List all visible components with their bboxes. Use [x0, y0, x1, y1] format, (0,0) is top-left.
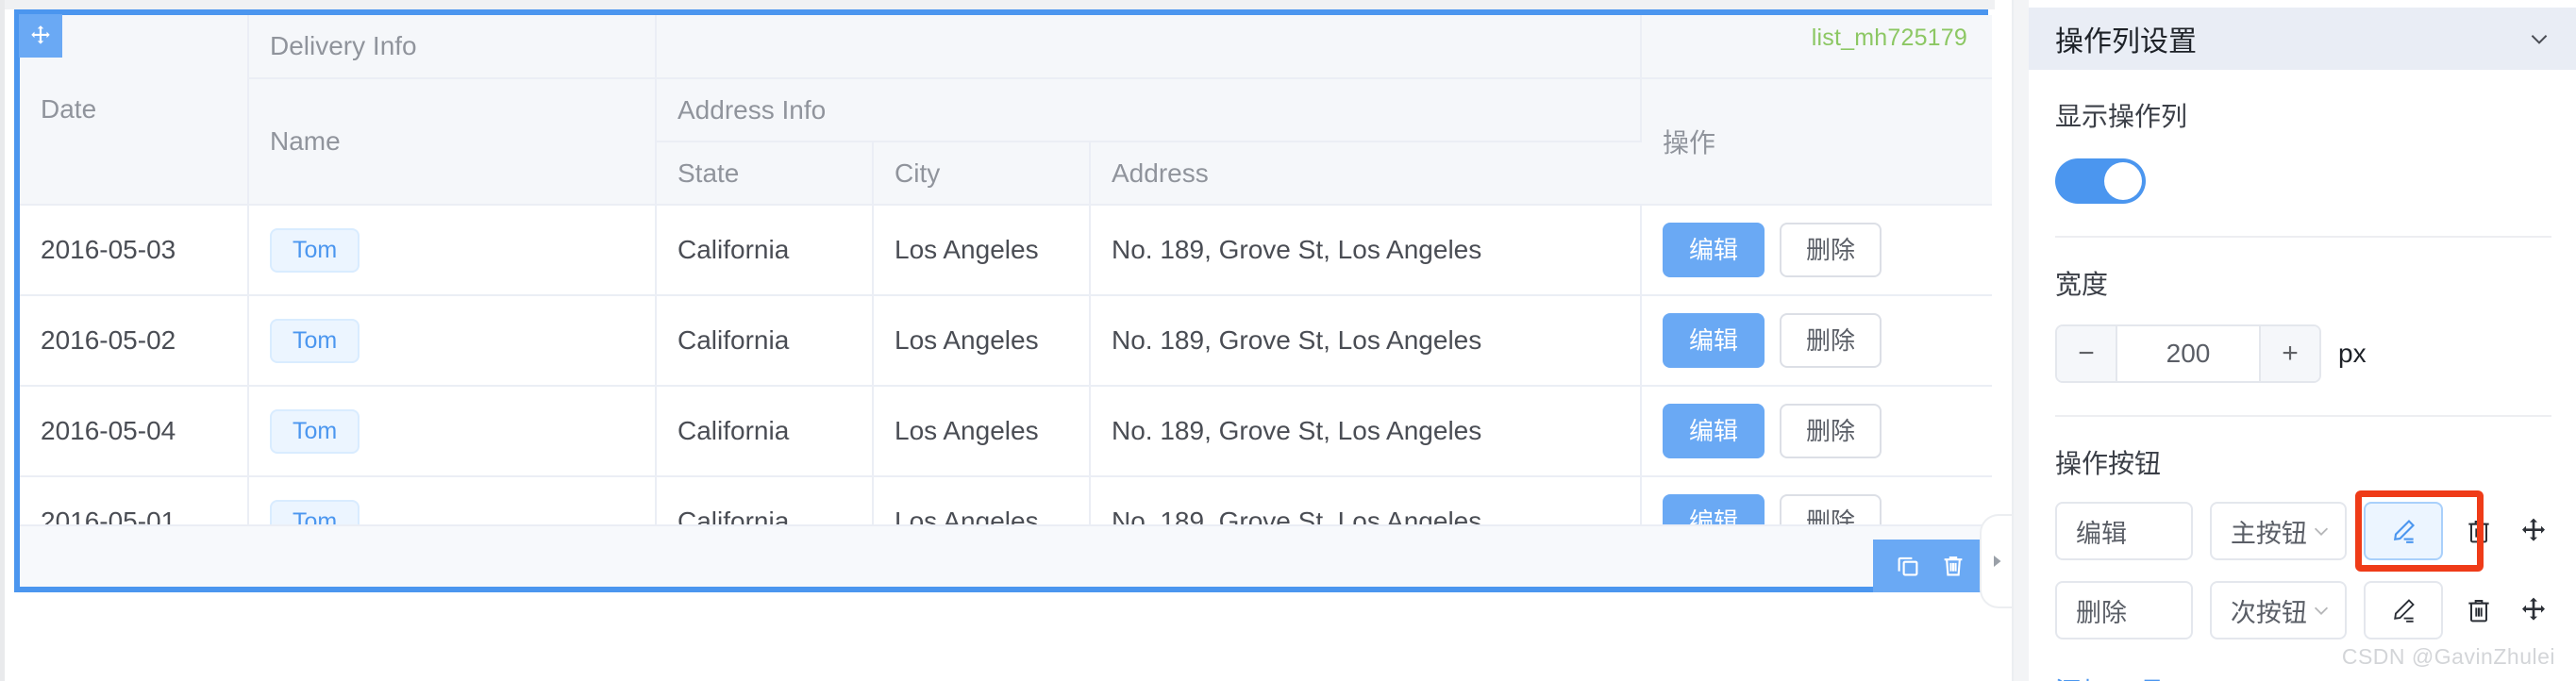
plus-icon: + — [2170, 674, 2187, 681]
cell-name: Tom — [248, 205, 657, 296]
move-arrows-icon — [31, 25, 50, 44]
cell-date: 2016-05-02 — [20, 295, 249, 387]
move-arrows-icon — [2522, 597, 2546, 621]
app-root: list_mh725179 Date Delivery Info Name Ad… — [0, 0, 2576, 681]
cell-city: Los Angeles — [873, 295, 1091, 387]
pencil-edit-icon — [2394, 599, 2415, 623]
copy-icon[interactable] — [1894, 552, 1922, 580]
column-header-operation[interactable]: 操作 — [1641, 78, 1993, 206]
action-button-row: 编辑 主按钮 — [2055, 490, 2551, 572]
width-value[interactable]: 200 — [2117, 326, 2259, 381]
cell-state: California — [656, 295, 874, 387]
action-button-type-value: 主按钮 — [2230, 519, 2307, 548]
action-buttons-label: 操作按钮 — [2055, 449, 2162, 478]
divider — [2055, 415, 2551, 417]
move-arrows-icon — [2522, 518, 2546, 541]
panel-header[interactable]: 操作列设置 — [2029, 8, 2576, 70]
panel-body: 显示操作列 宽度 − 200 + px 操作按钮 编辑 主按钮 删除 次按钮 — [2029, 70, 2576, 681]
cell-address: No. 189, Grove St, Los Angeles — [1090, 386, 1643, 477]
table-row[interactable]: 2016-05-03 Tom California Los Angeles No… — [20, 205, 1993, 296]
divider — [2055, 236, 2551, 238]
table-footer-strip — [20, 524, 1982, 587]
action-button-row: 删除 次按钮 — [2055, 581, 2551, 639]
width-stepper[interactable]: − 200 + — [2055, 324, 2321, 383]
row-edit-button[interactable]: 编辑 — [1663, 313, 1765, 368]
name-tag[interactable]: Tom — [270, 408, 360, 454]
row-edit-button[interactable]: 编辑 — [1663, 223, 1765, 277]
table-row[interactable]: 2016-05-04 Tom California Los Angeles No… — [20, 386, 1993, 477]
selection-toolbar — [1873, 540, 1988, 592]
width-label: 宽度 — [2055, 270, 2109, 299]
action-button-text-input[interactable]: 编辑 — [2055, 502, 2193, 560]
panel-scroll-gutter[interactable] — [2014, 0, 2029, 681]
name-tag[interactable]: Tom — [270, 227, 360, 273]
action-button-type-select[interactable]: 次按钮 — [2209, 581, 2348, 639]
canvas-top-strip — [5, 0, 1995, 9]
chevron-down-icon — [2315, 606, 2329, 615]
row-delete-button[interactable]: 删除 — [1780, 223, 1882, 277]
action-button-edit-icon-button[interactable] — [2364, 502, 2443, 560]
panel-title: 操作列设置 — [2055, 26, 2197, 58]
column-header-address[interactable]: Address — [1090, 141, 1642, 206]
selected-table-component[interactable]: list_mh725179 Date Delivery Info Name Ad… — [14, 9, 1993, 592]
row-delete-button[interactable]: 删除 — [1780, 404, 1882, 458]
width-decrement-button[interactable]: − — [2057, 326, 2117, 381]
cell-name: Tom — [248, 386, 657, 477]
column-header-city[interactable]: City — [873, 141, 1091, 206]
cell-state: California — [656, 205, 874, 296]
cell-operation: 编辑 删除 — [1641, 295, 1993, 387]
trash-icon — [2468, 521, 2490, 543]
cell-operation: 编辑 删除 — [1641, 205, 1993, 296]
width-unit-label: px — [2338, 339, 2367, 368]
watermark: CSDN @GavinZhulei — [2341, 644, 2555, 669]
chevron-down-icon[interactable] — [2527, 26, 2551, 51]
triangle-right-icon — [1994, 556, 2001, 567]
design-canvas: list_mh725179 Date Delivery Info Name Ad… — [0, 0, 1995, 681]
action-button-text-input[interactable]: 删除 — [2055, 581, 2193, 639]
cell-address: No. 189, Grove St, Los Angeles — [1090, 205, 1643, 296]
add-item-label: 添加一项 — [2055, 672, 2161, 681]
add-item-link[interactable]: 添加一项 + — [2055, 672, 2187, 681]
toggle-knob — [2104, 162, 2142, 200]
action-button-move-handle[interactable] — [2516, 591, 2551, 629]
width-stepper-row: − 200 + px — [2055, 302, 2551, 383]
panel-collapse-handle[interactable] — [1980, 514, 2012, 608]
cell-city: Los Angeles — [873, 205, 1091, 296]
action-button-move-handle[interactable] — [2516, 512, 2551, 550]
spacer-header-top — [656, 15, 1643, 79]
column-header-state[interactable]: State — [656, 141, 874, 206]
cell-operation: 编辑 删除 — [1641, 386, 1993, 477]
cell-date: 2016-05-03 — [20, 205, 249, 296]
action-button-edit-icon-button[interactable] — [2364, 581, 2443, 639]
cell-name: Tom — [248, 295, 657, 387]
width-increment-button[interactable]: + — [2259, 326, 2319, 381]
settings-panel: 操作列设置 显示操作列 宽度 − 200 + px 操作按钮 编辑 主按钮 删除… — [2012, 0, 2576, 681]
row-delete-button[interactable]: 删除 — [1780, 313, 1882, 368]
table-body: 2016-05-03 Tom California Los Angeles No… — [20, 205, 1993, 568]
group-header-delivery-info: Delivery Info — [248, 15, 657, 79]
cell-state: California — [656, 386, 874, 477]
trash-icon — [2468, 600, 2490, 623]
action-button-type-value: 次按钮 — [2230, 598, 2307, 627]
cell-address: No. 189, Grove St, Los Angeles — [1090, 295, 1643, 387]
show-operation-column-toggle[interactable] — [2055, 158, 2146, 204]
action-button-delete-button[interactable] — [2462, 591, 2498, 629]
column-header-name[interactable]: Name — [248, 78, 657, 206]
group-header-address-info: Address Info — [656, 78, 1643, 142]
cell-city: Los Angeles — [873, 386, 1091, 477]
chevron-down-icon — [2315, 527, 2329, 536]
action-button-delete-button[interactable] — [2462, 512, 2498, 550]
pencil-edit-icon — [2393, 519, 2415, 543]
show-operation-column-label: 显示操作列 — [2055, 102, 2188, 131]
component-drag-handle[interactable] — [19, 14, 62, 58]
component-id-label: list_mh725179 — [1811, 25, 1967, 51]
table-row[interactable]: 2016-05-02 Tom California Los Angeles No… — [20, 295, 1993, 387]
cell-date: 2016-05-04 — [20, 386, 249, 477]
table-head: Date Delivery Info Name Address Info 操作 … — [20, 15, 1993, 206]
row-edit-button[interactable]: 编辑 — [1663, 404, 1765, 458]
trash-icon[interactable] — [1939, 552, 1967, 580]
action-button-type-select[interactable]: 主按钮 — [2209, 502, 2348, 560]
name-tag[interactable]: Tom — [270, 318, 360, 363]
data-table: Date Delivery Info Name Address Info 操作 … — [20, 15, 1993, 568]
